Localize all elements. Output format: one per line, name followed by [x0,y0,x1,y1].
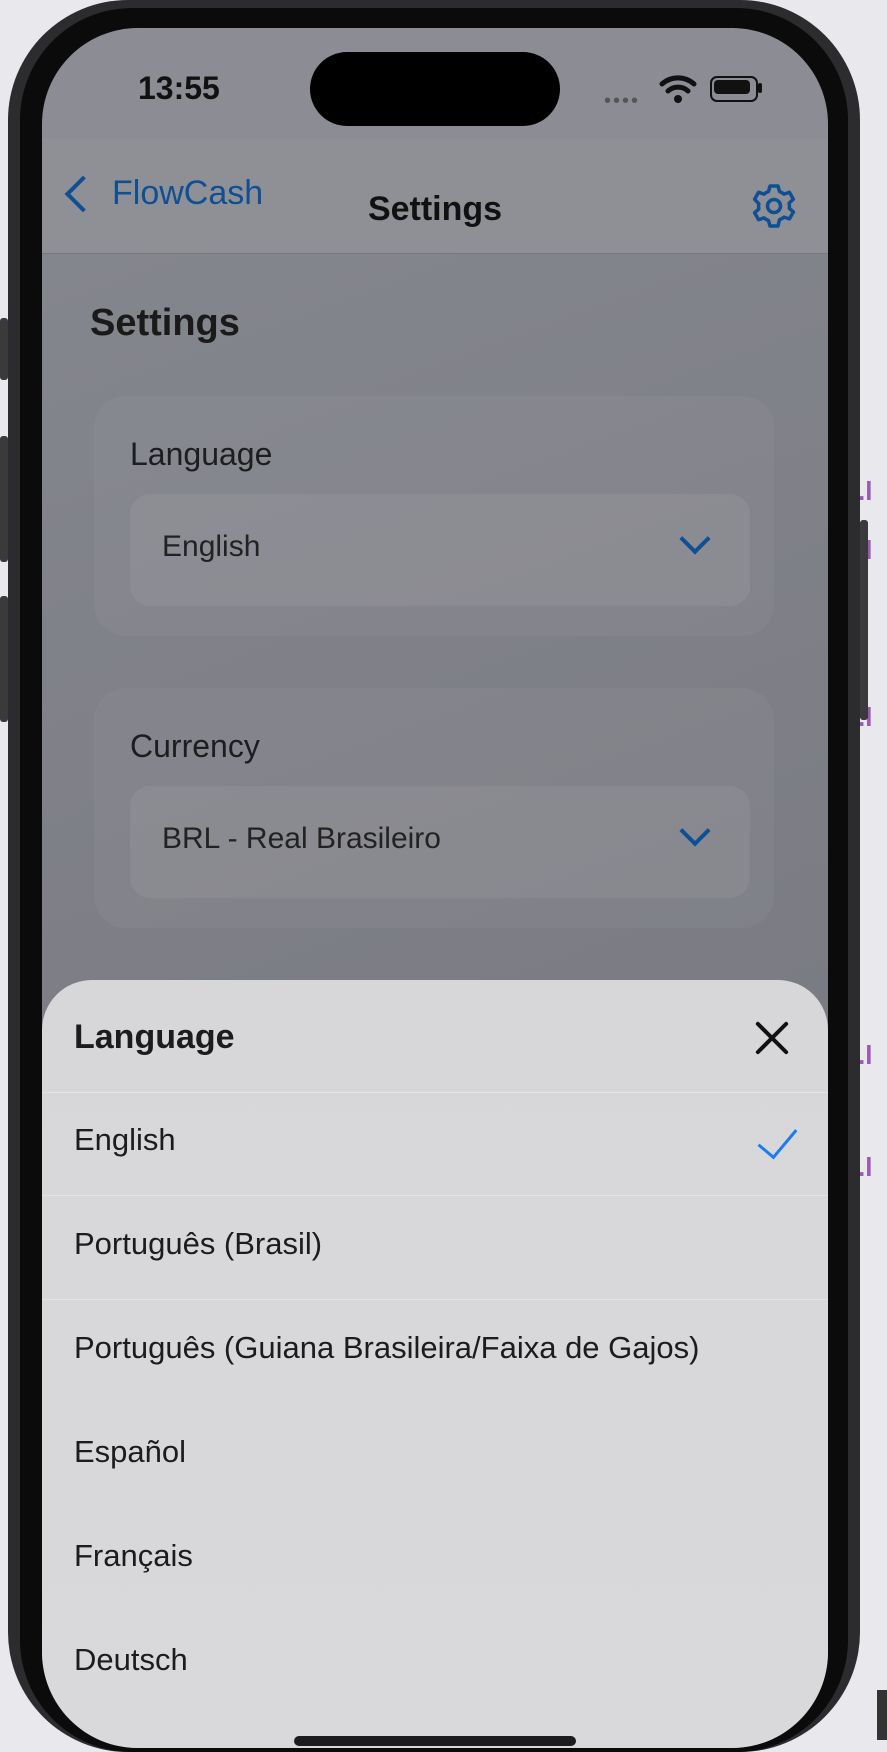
cellular-signal-icon: •••• [604,90,641,112]
language-option-english[interactable]: English [42,1092,828,1196]
language-label: Language [130,436,273,472]
volume-down-button [0,596,8,722]
language-option-portuguese-guiana[interactable]: Português (Guiana Brasileira/Faixa de Ga… [42,1300,828,1404]
option-label: Português (Brasil) [74,1226,323,1261]
device-screen: 13:55 •••• FlowCash Settings Settings La… [42,28,828,1748]
language-bottom-sheet: Language English Português (Brasil) Port… [42,980,828,1748]
currency-card: Currency BRL - Real Brasileiro [94,688,774,928]
action-button [0,318,8,380]
battery-nub [758,83,762,93]
background-mark [877,1690,887,1740]
background-mark: .l [858,476,873,506]
volume-up-button [0,436,8,562]
page-title: Settings [90,302,240,344]
language-option-german[interactable]: Deutsch [42,1612,828,1716]
battery-icon [710,76,758,102]
language-option-portuguese-brazil[interactable]: Português (Brasil) [42,1196,828,1300]
option-label: Deutsch [74,1642,188,1677]
option-label: Français [74,1538,193,1573]
wifi-icon [659,75,697,103]
background-mark: .l [858,1152,873,1182]
language-card: Language English [94,396,774,636]
chevron-down-icon [679,815,711,847]
navigation-bar: FlowCash Settings [42,138,828,254]
language-select[interactable]: English [130,494,750,606]
sheet-title: Language [74,1018,235,1056]
language-option-spanish[interactable]: Español [42,1404,828,1508]
currency-select-value: BRL - Real Brasileiro [162,822,441,855]
sheet-header: Language [42,980,828,1093]
language-option-french[interactable]: Français [42,1508,828,1612]
nav-title: Settings [367,190,503,228]
gear-icon[interactable] [750,182,798,230]
currency-label: Currency [130,728,260,764]
option-label: Português (Guiana Brasileira/Faixa de Ga… [74,1330,700,1365]
checkmark-icon [757,1117,798,1160]
close-icon[interactable] [752,1018,792,1058]
chevron-down-icon [679,523,711,555]
option-label: Español [74,1434,187,1469]
option-label: English [74,1122,176,1157]
status-time: 13:55 [138,70,220,106]
power-button [860,520,868,720]
home-indicator [294,1736,576,1746]
background-mark: .l [858,1040,873,1070]
dynamic-island [310,52,560,126]
currency-select[interactable]: BRL - Real Brasileiro [130,786,750,898]
language-select-value: English [162,530,261,563]
